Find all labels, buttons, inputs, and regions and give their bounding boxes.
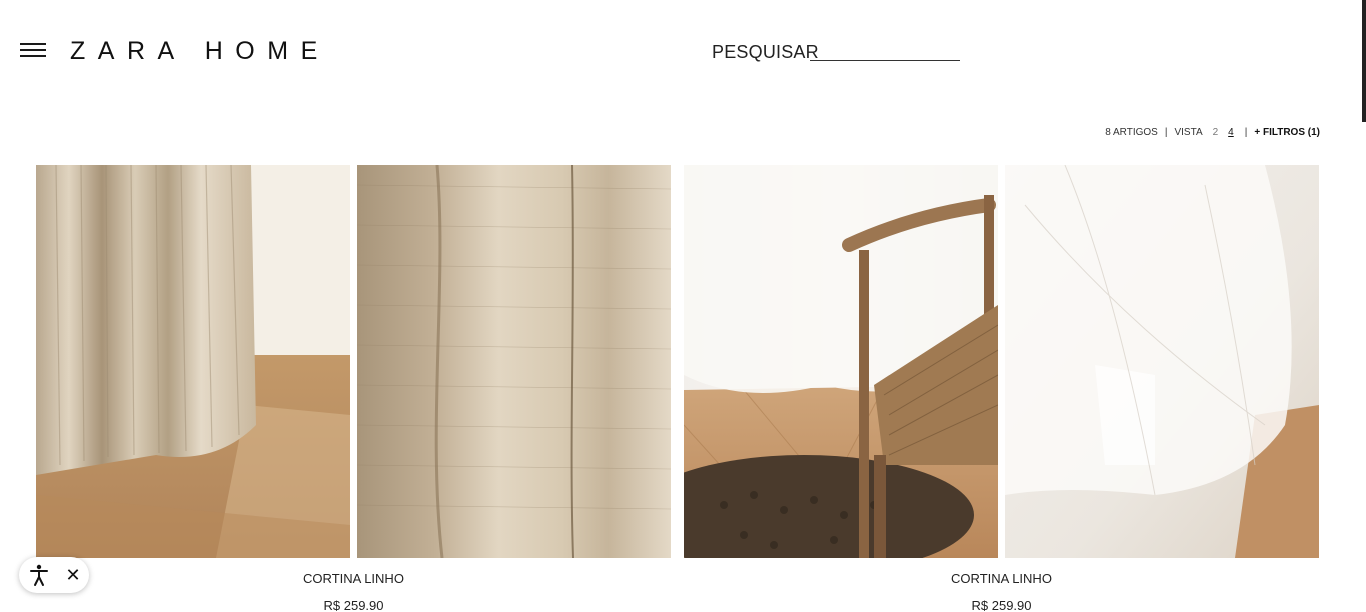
listing-toolbar: 8 ARTIGOS | VISTA 2 4 | + FILTROS (1) xyxy=(1105,127,1320,138)
menu-line xyxy=(20,55,46,57)
view-option-4[interactable]: 4 xyxy=(1228,127,1234,138)
toolbar-separator: | xyxy=(1244,127,1248,138)
filters-button[interactable]: + FILTROS (1) xyxy=(1254,127,1320,138)
product-images[interactable] xyxy=(36,165,671,558)
product-image[interactable] xyxy=(1005,165,1319,558)
toolbar-separator: | xyxy=(1164,127,1168,138)
page: ZARA HOME PESQUISAR 8 ARTIGOS | VISTA 2 … xyxy=(0,0,1366,612)
view-option-2[interactable]: 2 xyxy=(1213,127,1219,138)
search-label: PESQUISAR xyxy=(712,42,819,62)
product-name[interactable]: CORTINA LINHO xyxy=(36,571,671,586)
hamburger-menu-icon[interactable] xyxy=(20,43,46,59)
menu-line xyxy=(20,43,46,45)
menu-line xyxy=(20,49,46,51)
product-card: CORTINA LINHO R$ 259.90 xyxy=(36,165,671,612)
product-price: R$ 259.90 xyxy=(323,598,384,612)
product-price: R$ 259.90 xyxy=(971,598,1032,612)
product-name[interactable]: CORTINA LINHO xyxy=(684,571,1319,586)
accessibility-widget: ✕ xyxy=(19,557,89,593)
product-image[interactable] xyxy=(357,165,671,558)
scrollbar-thumb[interactable] xyxy=(1362,0,1366,122)
scrollbar[interactable] xyxy=(1360,0,1366,612)
view-label: VISTA xyxy=(1174,127,1203,138)
accessibility-icon[interactable] xyxy=(27,563,51,587)
product-image[interactable] xyxy=(36,165,350,558)
product-image[interactable] xyxy=(684,165,998,558)
close-icon[interactable]: ✕ xyxy=(63,563,83,587)
product-card: CORTINA LINHO R$ 259.90 xyxy=(684,165,1319,612)
search-field[interactable]: PESQUISAR xyxy=(712,40,962,64)
zara-home-logo[interactable]: ZARA HOME xyxy=(70,37,330,66)
search-underline xyxy=(810,60,960,61)
article-count: 8 ARTIGOS xyxy=(1105,127,1158,138)
product-images[interactable] xyxy=(684,165,1319,558)
